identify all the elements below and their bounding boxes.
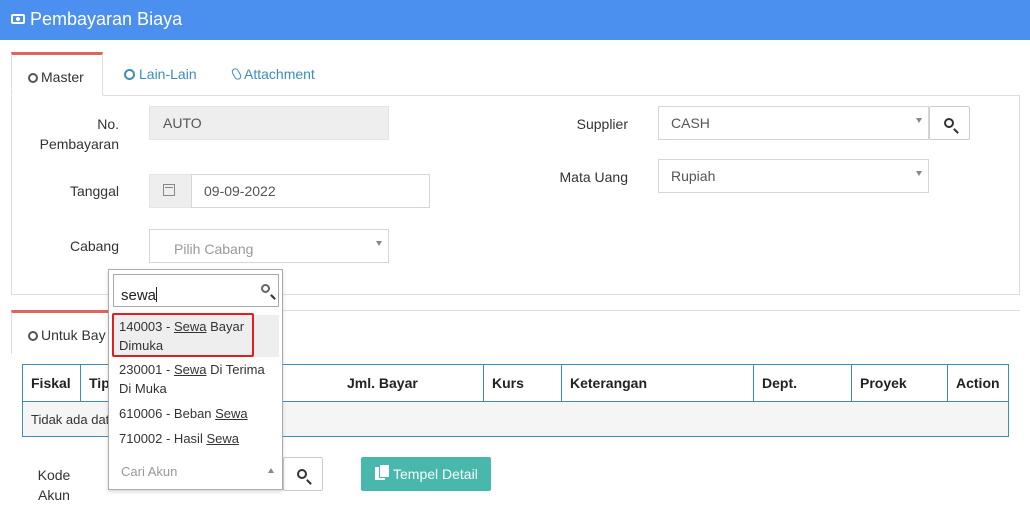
mata-uang-select[interactable]: Rupiah xyxy=(658,159,929,193)
akun-option-230001[interactable]: 230001 - Sewa Di Terima Di Muka xyxy=(112,360,279,402)
option-line2: Di Muka xyxy=(119,381,167,396)
no-pembayaran-label-line1: No. xyxy=(97,116,119,132)
chevron-down-icon xyxy=(376,241,382,246)
option-match: Sewa xyxy=(206,431,239,446)
col-keterangan[interactable]: Keterangan xyxy=(562,365,754,401)
cabang-select[interactable]: Pilih Cabang xyxy=(149,229,389,263)
tab-untuk-bayar-label: Untuk Bay xyxy=(41,327,106,343)
no-pembayaran-field[interactable]: AUTO xyxy=(149,106,389,140)
col-action[interactable]: Action xyxy=(948,365,1010,401)
col-jml-bayar[interactable]: Jml. Bayar xyxy=(339,365,484,401)
paperclip-icon xyxy=(230,67,243,81)
tab-lain-lain[interactable]: Lain-Lain xyxy=(113,52,213,96)
chevron-down-icon xyxy=(916,171,922,176)
tempel-detail-label: Tempel Detail xyxy=(393,466,478,482)
tab-untuk-bayar[interactable]: Untuk Bay xyxy=(11,310,121,354)
tanggal-value: 09-09-2022 xyxy=(204,183,276,199)
selected-option-highlight xyxy=(112,313,254,357)
tab-lain-lain-label: Lain-Lain xyxy=(139,66,197,82)
col-kurs[interactable]: Kurs xyxy=(484,365,562,401)
mata-uang-value: Rupiah xyxy=(671,168,716,184)
option-code: 230001 - xyxy=(119,362,174,377)
tab-master[interactable]: Master xyxy=(11,52,103,96)
kode-akun-label-line1: Kode xyxy=(37,467,71,483)
tab-master-label: Master xyxy=(41,69,84,85)
tanggal-label: Tanggal xyxy=(69,183,119,199)
supplier-label: Supplier xyxy=(576,116,628,132)
search-icon xyxy=(944,118,954,128)
col-proyek[interactable]: Proyek xyxy=(852,365,948,401)
option-code: 610006 - Beban xyxy=(119,406,216,421)
gears-icon xyxy=(28,73,38,83)
chevron-down-icon xyxy=(916,118,922,123)
gears-icon xyxy=(28,331,38,341)
calendar-icon xyxy=(163,184,175,196)
tab-attachment[interactable]: Attachment xyxy=(222,52,332,96)
col-dept[interactable]: Dept. xyxy=(754,365,852,401)
option-rest: Di Terima xyxy=(206,362,265,377)
akun-dropdown: sewa 140003 - Sewa Bayar Dimuka 230001 -… xyxy=(108,269,283,490)
kode-akun-search-button[interactable] xyxy=(283,457,323,491)
col-fiskal[interactable]: Fiskal xyxy=(23,365,81,401)
option-code: 710002 - Hasil xyxy=(119,431,207,446)
check-circle-icon xyxy=(124,69,135,80)
cari-akun-placeholder[interactable]: Cari Akun xyxy=(121,464,177,479)
cabang-label: Cabang xyxy=(69,238,119,254)
search-icon xyxy=(261,284,270,293)
no-pembayaran-label: No. Pembayaran xyxy=(30,114,119,154)
supplier-value: CASH xyxy=(671,115,710,131)
text-cursor xyxy=(156,287,158,302)
akun-option-610006[interactable]: 610006 - Beban Sewa xyxy=(112,404,279,426)
chevron-up-icon xyxy=(268,468,274,473)
tanggal-field[interactable]: 09-09-2022 xyxy=(191,174,430,208)
no-pembayaran-label-line2: Pembayaran xyxy=(39,136,119,152)
supplier-search-button[interactable] xyxy=(929,106,970,140)
search-icon xyxy=(297,469,307,479)
kode-akun-label: Kode Akun xyxy=(30,465,78,505)
tempel-detail-button[interactable]: Tempel Detail xyxy=(361,457,491,491)
paste-icon xyxy=(375,464,390,480)
money-icon xyxy=(11,14,25,24)
akun-search-input[interactable]: sewa xyxy=(113,274,279,307)
cabang-placeholder: Pilih Cabang xyxy=(174,241,254,257)
supplier-select[interactable]: CASH xyxy=(658,106,929,140)
option-match: Sewa xyxy=(173,362,207,377)
akun-option-710002[interactable]: 710002 - Hasil Sewa xyxy=(112,429,279,451)
akun-search-value: sewa xyxy=(121,287,157,304)
no-pembayaran-value: AUTO xyxy=(163,115,202,131)
page-header: Pembayaran Biaya xyxy=(0,0,1030,40)
page-title: Pembayaran Biaya xyxy=(30,9,183,29)
mata-uang-label: Mata Uang xyxy=(559,169,628,185)
kode-akun-label-line2: Akun xyxy=(38,487,70,503)
tab-attachment-label: Attachment xyxy=(244,66,315,82)
option-match: Sewa xyxy=(215,406,248,421)
